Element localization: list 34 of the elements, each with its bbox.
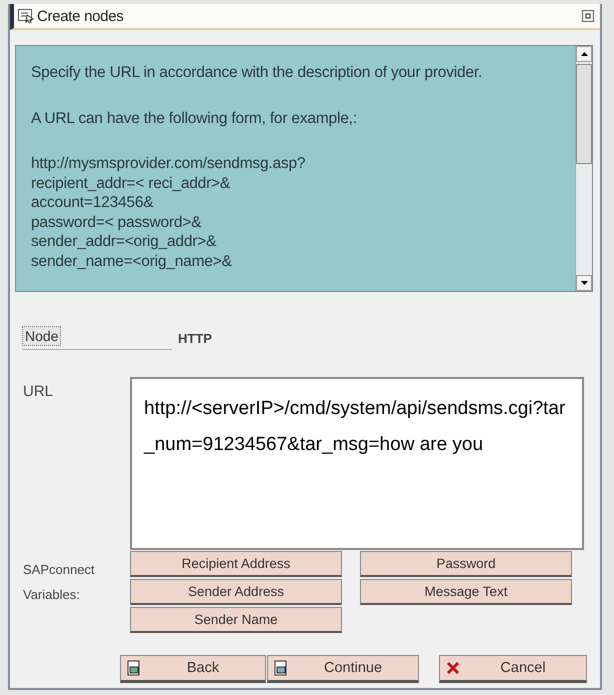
back-button[interactable]: Back <box>120 655 266 683</box>
window-icon <box>18 9 34 23</box>
continue-button[interactable]: Continue <box>267 655 419 683</box>
info-text: Specify the URL in accordance with the description of your provider. <box>31 63 484 83</box>
document-icon <box>127 660 141 676</box>
url-field[interactable]: http://<serverIP>/cmd/system/api/sendsms.cgi?tar_num=91234567&tar_msg=how are you <box>130 377 584 550</box>
up-arrow-icon <box>580 52 588 56</box>
info-text: account=123456& <box>31 193 154 212</box>
variable-button[interactable]: Sender Address <box>130 579 342 605</box>
variables-label: SAPconnect <box>23 561 96 579</box>
variable-button[interactable]: Password <box>360 551 572 577</box>
scrollbar[interactable] <box>575 46 592 291</box>
variable-button[interactable]: Sender Name <box>130 607 342 633</box>
close-icon <box>446 661 460 675</box>
window-title: Create nodes <box>37 8 124 24</box>
info-text: http://mysmsprovider.com/sendmsg.asp? <box>31 154 306 174</box>
document-icon <box>274 660 288 676</box>
info-text: sender_name=<orig_name>& <box>31 252 233 271</box>
scroll-thumb[interactable] <box>576 64 592 164</box>
variable-button[interactable]: Recipient Address <box>130 551 342 577</box>
variable-button[interactable]: Message Text <box>360 579 572 605</box>
down-arrow-icon <box>580 281 588 285</box>
info-text: recipient_addr=< reci_addr>& <box>31 174 232 193</box>
node-value: HTTP <box>178 331 212 348</box>
info-text: password=< password>& <box>31 212 202 232</box>
url-label: URL <box>23 382 54 402</box>
variables-label: Variables: <box>23 586 81 604</box>
scroll-up-button[interactable] <box>576 46 592 62</box>
info-text: A URL can have the following form, for example,: <box>31 109 358 129</box>
cancel-button[interactable]: Cancel <box>439 655 587 683</box>
scroll-down-button[interactable] <box>576 275 592 291</box>
maximize-button[interactable] <box>582 10 594 22</box>
node-label: Node <box>22 326 62 346</box>
info-text: sender_addr=<orig_addr>& <box>31 232 218 252</box>
